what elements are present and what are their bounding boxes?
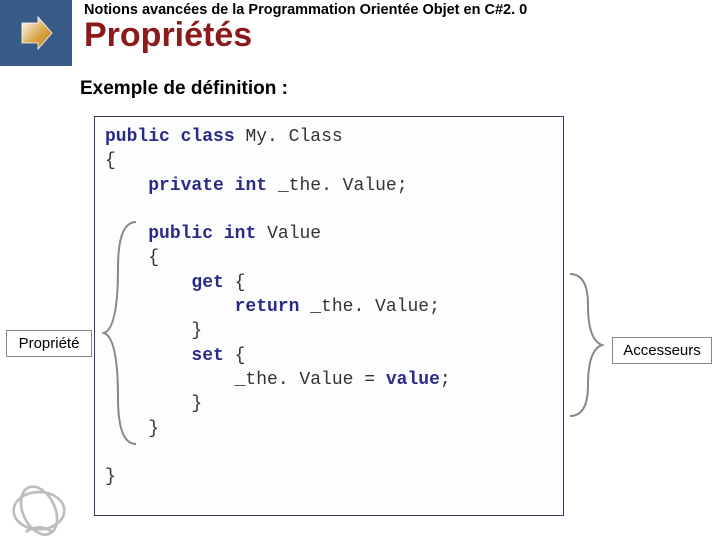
label-accesseurs: Accesseurs [612,337,712,364]
brace-close2: } [148,419,159,439]
class-name: My. Class [245,127,342,147]
kw-public: public [105,127,170,147]
kw-set: set [191,346,223,366]
brace-close3: } [191,321,202,341]
right-brace-icon [566,270,606,420]
kw-int: int [235,176,267,196]
kw-value: value [386,370,440,390]
brace-open3: { [235,273,246,293]
slide-header: Notions avancées de la Programmation Ori… [0,0,720,66]
kw-class: class [181,127,235,147]
brace-close: } [105,467,116,487]
section-subtitle: Exemple de définition : [80,78,720,100]
kw-public2: public [148,224,213,244]
kw-int2: int [224,224,256,244]
kw-get: get [191,273,223,293]
brace-open4: { [235,346,246,366]
semi: ; [440,370,451,390]
assign-lhs: _the. Value = [235,370,375,390]
prop-name: Value [267,224,321,244]
return-expr: _the. Value; [310,297,440,317]
corner-logo-icon [4,476,74,536]
page-title: Propriétés [84,17,720,54]
field-name: _the. Value; [278,176,408,196]
brace-close4: } [191,394,202,414]
brace-open2: { [148,248,159,268]
brace-open: { [105,151,116,171]
label-propriete: Propriété [6,330,92,357]
kw-return: return [235,297,300,317]
arrow-icon [0,0,72,66]
code-sample: public class My. Class { private int _th… [94,116,564,516]
kw-private: private [148,176,224,196]
